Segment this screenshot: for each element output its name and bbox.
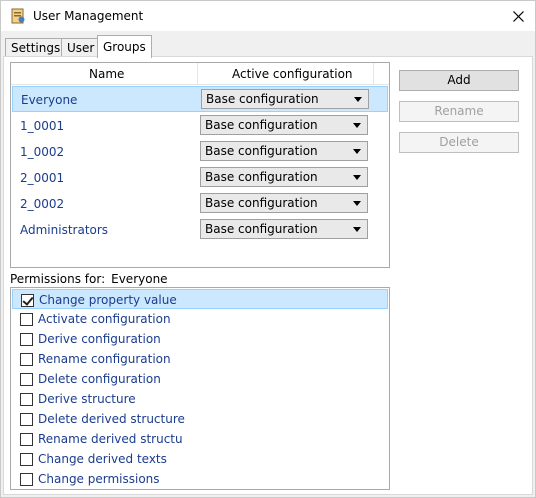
permission-delete-configuration[interactable]: Delete configuration [12, 369, 388, 389]
tab-user[interactable]: User [61, 38, 101, 57]
delete-button[interactable]: Delete [399, 132, 519, 153]
permission-change-permissions[interactable]: Change permissions [12, 469, 388, 489]
permissions-label-text: Permissions for: [10, 272, 106, 286]
checkbox-icon[interactable] [20, 453, 33, 466]
permission-label: Delete configuration [38, 372, 161, 386]
window-title: User Management [33, 9, 144, 23]
configuration-dropdown[interactable]: Base configuration [200, 115, 368, 135]
tab-groups[interactable]: Groups [97, 35, 152, 58]
checkbox-icon[interactable] [20, 333, 33, 346]
permission-activate-configuration[interactable]: Activate configuration [12, 309, 388, 329]
group-name: Everyone [21, 93, 78, 107]
permission-rename-derived-structure[interactable]: Rename derived structu [12, 429, 388, 449]
configuration-value: Base configuration [206, 92, 319, 106]
column-header-active-configuration[interactable]: Active configuration [232, 67, 353, 81]
permission-rename-configuration[interactable]: Rename configuration [12, 349, 388, 369]
configuration-dropdown[interactable]: Base configuration [200, 193, 368, 213]
permission-label: Rename configuration [38, 352, 171, 366]
permissions-list: Change property value Activate configura… [10, 287, 390, 490]
checkbox-icon[interactable] [21, 294, 34, 307]
permission-label: Derive structure [38, 392, 136, 406]
groups-table: Name Active configuration Everyone Base … [10, 62, 390, 268]
checkbox-icon[interactable] [20, 473, 33, 486]
close-button[interactable] [501, 1, 535, 31]
rename-button[interactable]: Rename [399, 101, 519, 122]
configuration-dropdown[interactable]: Base configuration [200, 167, 368, 187]
group-row-2-0002[interactable]: 2_0002 Base configuration [12, 191, 388, 217]
configuration-value: Base configuration [205, 118, 318, 132]
permission-label: Rename derived structu [38, 432, 183, 446]
permission-label: Change permissions [38, 472, 160, 486]
permission-change-derived-texts[interactable]: Change derived texts [12, 449, 388, 469]
permission-label: Derive configuration [38, 332, 161, 346]
group-name: 1_0002 [20, 145, 65, 159]
permission-change-property-value[interactable]: Change property value [12, 289, 388, 309]
chevron-down-icon [353, 175, 361, 180]
group-row-administrators[interactable]: Administrators Base configuration [12, 217, 388, 243]
group-name: Administrators [20, 223, 109, 237]
checkbox-icon[interactable] [20, 413, 33, 426]
checkbox-icon[interactable] [20, 373, 33, 386]
column-separator[interactable] [373, 63, 374, 85]
configuration-value: Base configuration [205, 196, 318, 210]
permission-label: Change derived texts [38, 452, 167, 466]
permission-label: Delete derived structure [38, 412, 185, 426]
configuration-dropdown[interactable]: Base configuration [200, 219, 368, 239]
checkbox-icon[interactable] [20, 433, 33, 446]
permission-label: Activate configuration [38, 312, 171, 326]
dialog-client-area: Settings User Groups Name Active configu… [1, 31, 535, 497]
chevron-down-icon [353, 227, 361, 232]
groups-tab-panel: Name Active configuration Everyone Base … [3, 56, 533, 495]
user-management-window: User Management Settings User Groups Nam… [0, 0, 536, 498]
column-header-name[interactable]: Name [89, 67, 124, 81]
configuration-value: Base configuration [205, 222, 318, 236]
group-name: 1_0001 [20, 119, 65, 133]
group-name: 2_0001 [20, 171, 65, 185]
group-row-1-0002[interactable]: 1_0002 Base configuration [12, 139, 388, 165]
configuration-dropdown[interactable]: Base configuration [200, 141, 368, 161]
checkbox-icon[interactable] [20, 313, 33, 326]
group-name: 2_0002 [20, 197, 65, 211]
group-row-everyone[interactable]: Everyone Base configuration [12, 86, 388, 112]
title-bar: User Management [1, 1, 535, 31]
group-row-1-0001[interactable]: 1_0001 Base configuration [12, 113, 388, 139]
group-row-2-0001[interactable]: 2_0001 Base configuration [12, 165, 388, 191]
chevron-down-icon [354, 97, 362, 102]
chevron-down-icon [353, 201, 361, 206]
chevron-down-icon [353, 149, 361, 154]
permission-derive-configuration[interactable]: Derive configuration [12, 329, 388, 349]
permission-derive-structure[interactable]: Derive structure [12, 389, 388, 409]
permissions-for-label: Permissions for: Everyone [10, 272, 168, 286]
user-management-app-icon [11, 8, 25, 24]
configuration-value: Base configuration [205, 144, 318, 158]
permissions-group-name: Everyone [111, 272, 168, 286]
close-icon [512, 10, 524, 22]
permission-label: Change property value [39, 293, 177, 307]
tab-settings[interactable]: Settings [5, 38, 67, 57]
checkbox-icon[interactable] [20, 353, 33, 366]
add-button[interactable]: Add [399, 70, 519, 91]
column-separator[interactable] [197, 63, 198, 85]
groups-table-header: Name Active configuration [11, 63, 389, 85]
permission-delete-derived-structure[interactable]: Delete derived structure [12, 409, 388, 429]
configuration-dropdown[interactable]: Base configuration [201, 89, 369, 109]
checkbox-icon[interactable] [20, 393, 33, 406]
configuration-value: Base configuration [205, 170, 318, 184]
chevron-down-icon [353, 123, 361, 128]
